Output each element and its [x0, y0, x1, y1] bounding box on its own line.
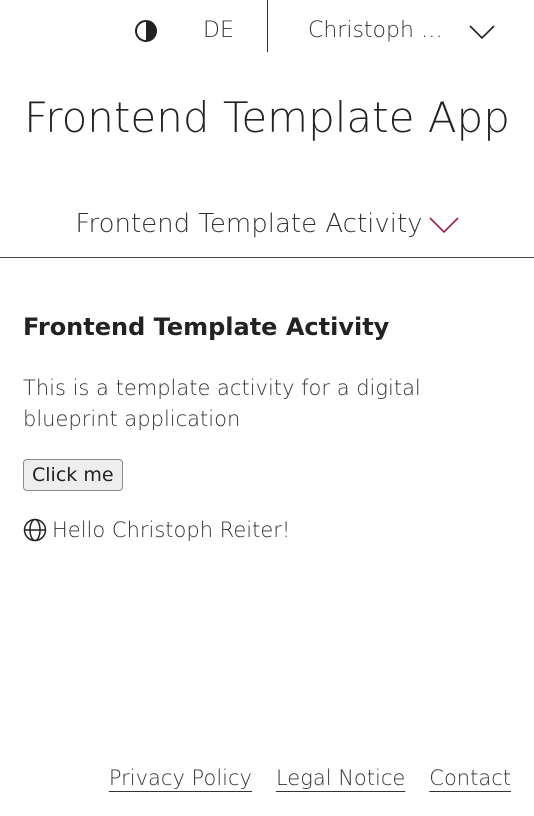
globe-icon [23, 518, 47, 542]
theme-toggle-button[interactable] [133, 18, 159, 44]
greeting-message: Hello Christoph Reiter! [23, 514, 290, 546]
activity-description: This is a template activity for a digita… [23, 376, 421, 431]
chevron-down-icon [428, 217, 459, 234]
header-bar: DE Christoph Reiter [0, 0, 534, 60]
activity-menu-button[interactable]: Frontend Template Activity [0, 204, 534, 244]
greeting-text: Hello Christoph Reiter! [52, 518, 291, 542]
activity-heading: Frontend Template Activity [23, 313, 390, 341]
header-divider [267, 0, 268, 52]
footer-links: Privacy Policy Legal Notice Contact [109, 760, 511, 796]
contact-link[interactable]: Contact [429, 760, 511, 796]
privacy-policy-link[interactable]: Privacy Policy [109, 760, 252, 796]
contrast-icon [135, 20, 157, 42]
activity-menu-label: Frontend Template Activity [75, 209, 423, 239]
nav-divider [0, 257, 534, 258]
user-menu-button[interactable]: Christoph Reiter [308, 16, 498, 46]
click-me-button[interactable]: Click me [23, 459, 123, 491]
user-name: Christoph Reiter [308, 18, 456, 43]
language-switch[interactable]: DE [203, 16, 234, 46]
chevron-down-icon [469, 25, 495, 40]
legal-notice-link[interactable]: Legal Notice [276, 760, 405, 796]
app-title: Frontend Template App [24, 93, 510, 142]
